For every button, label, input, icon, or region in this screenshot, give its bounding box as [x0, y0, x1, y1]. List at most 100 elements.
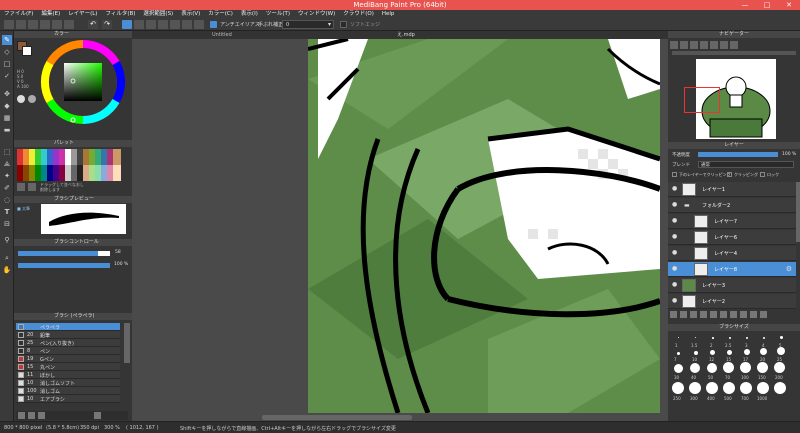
delete-brush-icon[interactable] — [94, 412, 101, 419]
add-brush-image-icon[interactable] — [28, 412, 35, 419]
select-eraser-tool-icon[interactable]: ◌ — [2, 195, 12, 205]
menu-view[interactable]: 表示(V) — [177, 10, 204, 18]
color-picker-icon[interactable] — [28, 95, 36, 103]
size-dot[interactable] — [723, 362, 734, 373]
size-dot[interactable] — [780, 336, 783, 339]
layer-settings-icon[interactable] — [750, 311, 757, 318]
layer-settings-gear-icon[interactable]: ⚙ — [786, 265, 792, 273]
size-dot[interactable] — [727, 350, 732, 355]
open-file-icon[interactable] — [16, 20, 26, 29]
snap-curve-icon[interactable] — [194, 20, 204, 29]
size-dot[interactable] — [757, 362, 768, 373]
new-file-icon[interactable] — [4, 20, 14, 29]
brush-item[interactable]: 8 ペン — [16, 347, 120, 355]
snap-circle-icon[interactable] — [182, 20, 192, 29]
size-dot[interactable] — [746, 337, 748, 339]
brush-item[interactable]: 100 消しゴム — [16, 387, 120, 395]
tab-current-document[interactable]: え.mdp — [397, 31, 415, 39]
select-pen-tool-icon[interactable]: ✐ — [2, 183, 12, 193]
navigator-thumbnail[interactable] — [684, 59, 776, 139]
color-wheel[interactable] — [40, 39, 126, 125]
palette-add-icon[interactable] — [17, 183, 25, 191]
brush-opacity-slider[interactable] — [18, 263, 110, 268]
snap-parallel-icon[interactable] — [146, 20, 156, 29]
antialias-checkbox[interactable] — [210, 21, 217, 28]
text-tool-icon[interactable]: T — [2, 207, 12, 217]
size-dot[interactable] — [674, 364, 683, 373]
menu-display[interactable]: 表示(I) — [237, 10, 262, 18]
fill-color-tool-icon[interactable]: ◆ — [2, 101, 12, 111]
visibility-icon[interactable]: ● — [672, 233, 677, 240]
menu-help[interactable]: Help — [378, 10, 399, 18]
move-down-icon[interactable] — [730, 311, 737, 318]
grid-icon[interactable] — [64, 20, 74, 29]
size-dot[interactable] — [672, 382, 684, 394]
visibility-icon[interactable]: ● — [672, 281, 677, 288]
layer-row[interactable]: ● レイヤー2 — [668, 294, 796, 309]
size-dot[interactable] — [712, 337, 714, 339]
lock-checkbox[interactable] — [760, 172, 765, 177]
size-dot[interactable] — [695, 337, 696, 338]
brush-item[interactable]: ペラペラ — [16, 323, 120, 331]
tab-untitled[interactable]: Untitled — [212, 31, 232, 39]
menu-color[interactable]: カラー(C) — [204, 10, 237, 18]
menu-cloud[interactable]: クラウド(O) — [339, 10, 378, 18]
undo-icon[interactable]: ↶ — [88, 20, 98, 29]
layer-list-scrollbar[interactable] — [796, 182, 800, 242]
add-halftone-layer-icon[interactable] — [680, 311, 687, 318]
size-dot[interactable] — [706, 382, 718, 394]
brush-size-slider[interactable] — [18, 251, 110, 256]
layer-opacity-slider[interactable] — [698, 152, 778, 157]
brush-item[interactable]: 15 丸ペン — [16, 363, 120, 371]
menu-filter[interactable]: フィルタ(B) — [101, 10, 139, 18]
visibility-icon[interactable]: ● — [672, 185, 677, 192]
minimize-button[interactable]: — — [734, 0, 756, 10]
size-dot[interactable] — [774, 362, 785, 373]
size-dot[interactable] — [757, 382, 769, 394]
visibility-icon[interactable]: ● — [672, 217, 677, 224]
size-dot[interactable] — [744, 349, 750, 355]
actual-size-icon[interactable] — [700, 41, 708, 49]
navigator-zoom-slider[interactable] — [672, 51, 796, 55]
eraser-tool-icon[interactable]: ◇ — [2, 47, 12, 57]
cloud-icon[interactable] — [40, 20, 50, 29]
add-layer-icon[interactable] — [670, 311, 677, 318]
size-dot[interactable] — [729, 337, 731, 339]
delete-layer-icon[interactable] — [760, 311, 767, 318]
menu-edit[interactable]: 編集(E) — [37, 10, 64, 18]
visibility-icon[interactable]: ● — [672, 201, 677, 208]
magic-wand-tool-icon[interactable]: ✦ — [2, 171, 12, 181]
palette-swatches-row2[interactable] — [17, 165, 121, 181]
brush-list-scrollbar[interactable] — [124, 323, 130, 363]
brush-item[interactable]: 20 鉛筆 — [16, 331, 120, 339]
size-dot[interactable] — [774, 382, 786, 394]
size-dot[interactable] — [677, 352, 680, 355]
dot-tool-icon[interactable]: □ — [2, 59, 12, 69]
move-up-icon[interactable] — [720, 311, 727, 318]
maximize-button[interactable]: □ — [756, 0, 778, 10]
clipping-checkbox[interactable] — [727, 172, 732, 177]
redo-icon[interactable]: ↷ — [102, 20, 112, 29]
canvas-horizontal-scrollbar[interactable] — [262, 415, 412, 420]
clip-below-checkbox[interactable] — [672, 172, 677, 177]
layer-row[interactable]: ● ▬ フォルダー2 — [668, 198, 796, 213]
palette-delete-icon[interactable] — [28, 183, 36, 191]
menu-tool[interactable]: ツール(T) — [262, 10, 294, 18]
size-dot[interactable] — [689, 382, 701, 394]
brush-cloud-icon[interactable] — [38, 412, 45, 419]
duplicate-layer-icon[interactable] — [700, 311, 707, 318]
clear-layer-icon[interactable] — [740, 311, 747, 318]
layer-row[interactable]: ● レイヤー6 — [668, 230, 796, 245]
layer-row-selected[interactable]: ● レイヤー8 ⚙ — [668, 262, 796, 277]
size-dot[interactable] — [707, 363, 717, 373]
bucket-tool-icon[interactable]: ▬ — [2, 125, 12, 135]
soft-edge-checkbox[interactable] — [340, 21, 347, 28]
visibility-icon[interactable]: ● — [672, 297, 677, 304]
layer-row[interactable]: ● レイヤー7 — [668, 214, 796, 229]
size-dot[interactable] — [777, 347, 785, 355]
visibility-icon[interactable]: ● — [672, 265, 677, 272]
select-rect-tool-icon[interactable]: ⬚ — [2, 147, 12, 157]
rotate-right-icon[interactable] — [720, 41, 728, 49]
flip-icon[interactable] — [730, 41, 738, 49]
fit-icon[interactable] — [690, 41, 698, 49]
